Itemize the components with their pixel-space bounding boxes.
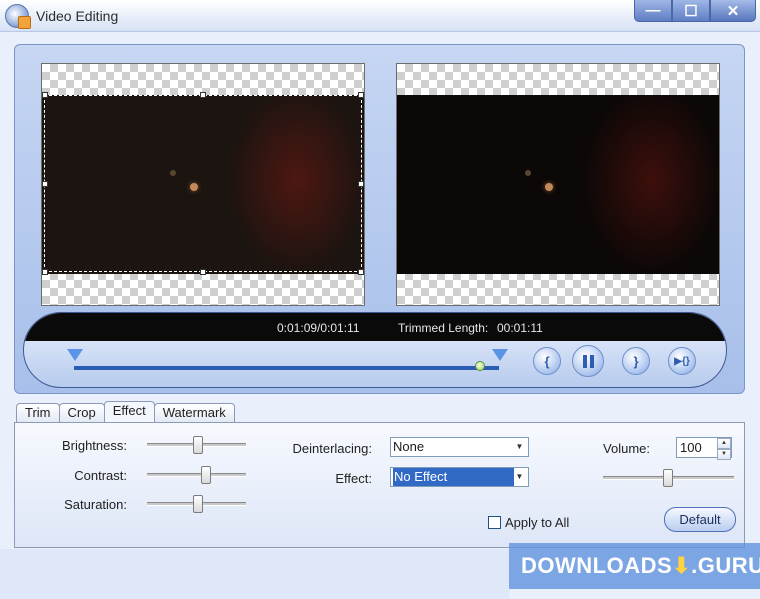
effect-value: No Effect	[393, 468, 514, 486]
brightness-thumb[interactable]	[193, 436, 203, 454]
pause-button[interactable]	[572, 345, 604, 377]
window-controls: — ☐ ✕	[634, 0, 756, 24]
download-arrow-icon: ⬇	[672, 553, 692, 578]
pause-icon	[582, 354, 594, 368]
app-logo-icon	[5, 4, 31, 29]
playback-bar: 0:01:09/0:01:11 Trimmed Length: 00:01:11…	[23, 312, 727, 388]
deinterlacing-label: Deinterlacing:	[292, 441, 373, 456]
crop-selection-box[interactable]	[44, 95, 362, 272]
watermark-text-left: DOWNLOADS	[521, 553, 673, 578]
tab-watermark[interactable]: Watermark	[153, 403, 235, 422]
crop-handle[interactable]	[358, 181, 364, 187]
chevron-down-icon: ▼	[515, 442, 524, 451]
mark-in-button[interactable]: {	[533, 347, 561, 375]
saturation-label: Saturation:	[64, 497, 127, 512]
effect-select[interactable]: No Effect ▼	[390, 467, 529, 487]
play-trimmed-icon: ▶{}	[674, 355, 690, 367]
spin-up-icon[interactable]: ▲	[717, 438, 731, 449]
maximize-button[interactable]: ☐	[672, 0, 710, 22]
timeline-track[interactable]	[74, 366, 499, 370]
trim-start-marker[interactable]	[67, 349, 83, 361]
trimmed-length-label: Trimmed Length:	[398, 321, 489, 335]
crop-handle[interactable]	[42, 269, 48, 275]
deinterlacing-value: None	[393, 439, 425, 454]
contrast-slider[interactable]	[147, 466, 246, 484]
volume-slider[interactable]	[603, 469, 734, 487]
title-bar: Video Editing — ☐ ✕	[0, 0, 760, 32]
window-bottom	[0, 549, 509, 599]
video-detail	[545, 183, 553, 191]
chevron-down-icon: ▼	[515, 472, 524, 481]
watermark-text-right: .GURU	[691, 553, 760, 578]
volume-label: Volume:	[603, 441, 650, 456]
crop-handle[interactable]	[42, 181, 48, 187]
saturation-thumb[interactable]	[193, 495, 203, 513]
current-time: 0:01:09/0:01:11	[277, 321, 360, 335]
volume-thumb[interactable]	[663, 469, 673, 487]
mark-out-icon: }	[633, 353, 639, 369]
deinterlacing-select[interactable]: None ▼	[390, 437, 529, 457]
brightness-label: Brightness:	[61, 438, 127, 453]
apply-to-all-checkbox[interactable]	[488, 516, 501, 529]
downloads-guru-watermark: DOWNLOADS⬇.GURU	[509, 543, 760, 589]
crop-handle[interactable]	[42, 92, 48, 98]
crop-handle[interactable]	[358, 269, 364, 275]
tab-trim[interactable]: Trim	[16, 403, 60, 422]
effect-panel: Brightness: Contrast: Saturation: Deinte…	[14, 422, 745, 548]
crop-handle[interactable]	[200, 92, 206, 98]
saturation-slider[interactable]	[147, 495, 246, 513]
editor-tabs: Trim Crop Effect Watermark	[16, 401, 235, 423]
close-button[interactable]: ✕	[710, 0, 756, 22]
original-preview	[41, 63, 365, 306]
video-preview-frame: 0:01:09/0:01:11 Trimmed Length: 00:01:11…	[14, 44, 745, 394]
tab-crop[interactable]: Crop	[58, 403, 105, 422]
effect-label: Effect:	[335, 471, 372, 486]
volume-input[interactable]: 100 ▲ ▼	[676, 437, 732, 460]
contrast-label: Contrast:	[74, 468, 127, 483]
playhead[interactable]	[475, 361, 485, 371]
volume-spinner: ▲ ▼	[717, 438, 731, 460]
trimmed-length-value: 00:01:11	[497, 321, 543, 335]
apply-to-all-label: Apply to All	[505, 515, 570, 530]
output-preview	[396, 63, 720, 306]
time-display: 0:01:09/0:01:11 Trimmed Length: 00:01:11	[24, 313, 726, 341]
spin-down-icon[interactable]: ▼	[717, 449, 731, 460]
trim-end-marker[interactable]	[492, 349, 508, 361]
volume-value: 100	[680, 440, 702, 455]
crop-handle[interactable]	[200, 269, 206, 275]
tab-effect[interactable]: Effect	[103, 401, 155, 422]
mark-out-button[interactable]: }	[622, 347, 650, 375]
default-button[interactable]: Default	[664, 507, 736, 532]
preview-trimmed-button[interactable]: ▶{}	[668, 347, 696, 375]
output-video-frame	[397, 95, 719, 274]
brightness-slider[interactable]	[147, 436, 246, 454]
video-detail	[525, 170, 531, 176]
crop-handle[interactable]	[358, 92, 364, 98]
window-title: Video Editing	[36, 8, 119, 24]
mark-in-icon: {	[544, 353, 550, 369]
minimize-button[interactable]: —	[634, 0, 672, 22]
contrast-thumb[interactable]	[201, 466, 211, 484]
